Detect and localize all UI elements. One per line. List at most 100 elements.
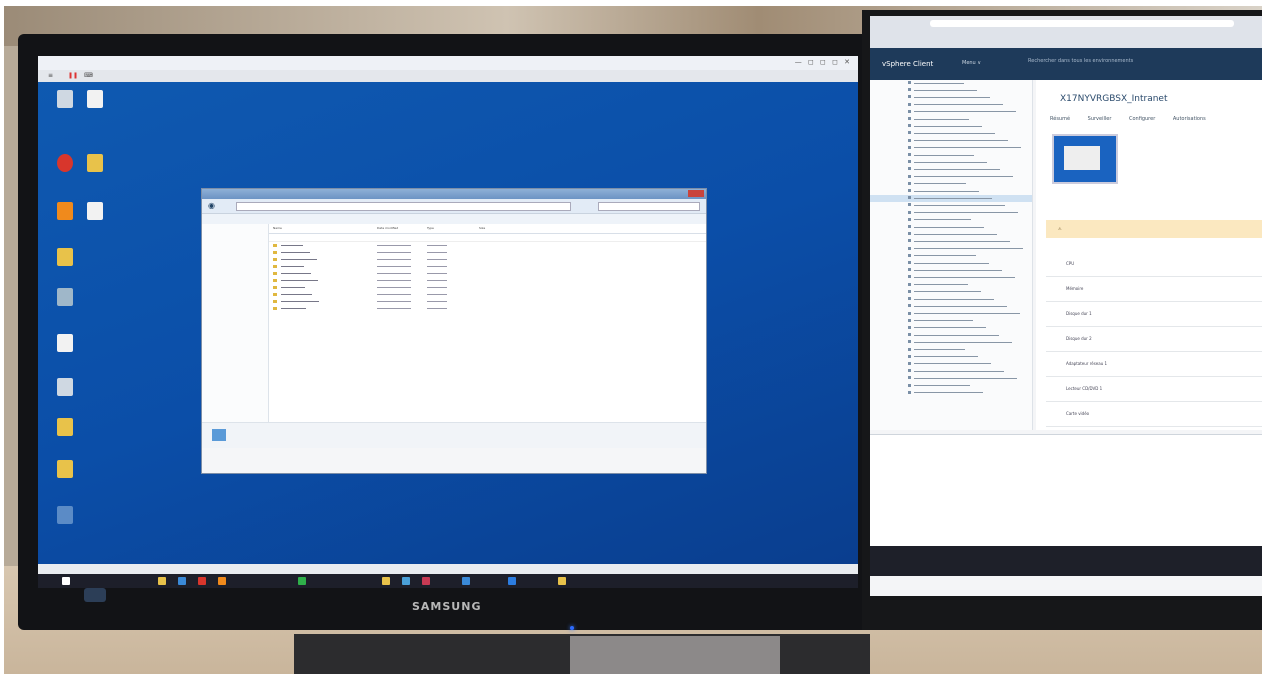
taskbar-app-icon[interactable] bbox=[402, 577, 410, 585]
inventory-tree-node[interactable] bbox=[870, 368, 1032, 375]
inventory-tree-node[interactable] bbox=[870, 260, 1032, 267]
taskbar-app-icon[interactable] bbox=[178, 577, 186, 585]
desktop-icon-folder-2[interactable] bbox=[48, 418, 82, 438]
desktop-icon-app-3[interactable] bbox=[48, 248, 82, 268]
inventory-tree-node[interactable] bbox=[870, 174, 1032, 181]
inventory-tree-node[interactable] bbox=[870, 159, 1032, 166]
tab-configurer[interactable]: Configurer bbox=[1129, 116, 1155, 122]
inventory-tree-node[interactable] bbox=[870, 102, 1032, 109]
hw-row-memory[interactable]: Mémoire bbox=[1046, 277, 1262, 302]
inventory-tree-node[interactable] bbox=[870, 347, 1032, 354]
inventory-tree-node[interactable] bbox=[870, 354, 1032, 361]
tab-resume[interactable]: Résumé bbox=[1050, 116, 1070, 122]
url-bar[interactable] bbox=[930, 20, 1234, 27]
inventory-tree-node[interactable] bbox=[870, 152, 1032, 159]
inventory-tree-node[interactable] bbox=[870, 361, 1032, 368]
column-header-type[interactable]: Type bbox=[427, 226, 434, 230]
window-controls-icon[interactable]: — ◻ ◻ ◻ ✕ bbox=[795, 58, 852, 66]
inventory-tree-node[interactable] bbox=[870, 246, 1032, 253]
inventory-tree-node[interactable] bbox=[870, 195, 1032, 203]
inventory-tree-node[interactable] bbox=[870, 390, 1032, 397]
hw-row-cpu[interactable]: CPU bbox=[1046, 252, 1262, 277]
inventory-tree-node[interactable] bbox=[870, 181, 1032, 188]
desktop-icon-app-4[interactable] bbox=[48, 288, 82, 308]
inventory-tree-node[interactable] bbox=[870, 188, 1032, 195]
vm-menu-icon[interactable]: ≡ bbox=[48, 72, 53, 79]
inventory-tree-node[interactable] bbox=[870, 138, 1032, 145]
inventory-tree-node[interactable] bbox=[870, 80, 1032, 87]
hw-row-network-adapter[interactable]: Adaptateur réseau 1 bbox=[1046, 352, 1262, 377]
global-search-input[interactable]: Rechercher dans tous les environnements bbox=[1028, 58, 1133, 64]
taskbar-app-icon[interactable] bbox=[558, 577, 566, 585]
file-row[interactable] bbox=[269, 291, 706, 298]
inventory-tree-node[interactable] bbox=[870, 274, 1032, 281]
file-row[interactable] bbox=[269, 242, 706, 249]
send-keys-icon[interactable]: ⌨ bbox=[84, 72, 93, 79]
menu-button[interactable]: Menu ∨ bbox=[962, 60, 981, 66]
desktop-icon-document-3[interactable] bbox=[48, 334, 82, 354]
inventory-tree-node[interactable] bbox=[870, 210, 1032, 217]
inventory-tree-node[interactable] bbox=[870, 224, 1032, 231]
close-icon[interactable] bbox=[688, 190, 704, 197]
desktop-icon-folder[interactable] bbox=[78, 154, 112, 174]
inventory-tree-node[interactable] bbox=[870, 253, 1032, 260]
taskbar-app-icon[interactable] bbox=[422, 577, 430, 585]
inventory-tree-node[interactable] bbox=[870, 231, 1032, 238]
inventory-tree-node[interactable] bbox=[870, 145, 1032, 152]
file-row[interactable] bbox=[269, 284, 706, 291]
taskbar-app-icon[interactable] bbox=[198, 577, 206, 585]
inventory-tree-node[interactable] bbox=[870, 282, 1032, 289]
inventory-tree-node[interactable] bbox=[870, 339, 1032, 346]
pause-icon[interactable]: ❚❚ bbox=[68, 72, 78, 79]
taskbar-app-icon[interactable] bbox=[298, 577, 306, 585]
hw-row-video-card[interactable]: Carte vidéo bbox=[1046, 402, 1262, 427]
inventory-tree-node[interactable] bbox=[870, 332, 1032, 339]
inventory-tree-node[interactable] bbox=[870, 202, 1032, 209]
desktop-icon-folder-3[interactable] bbox=[48, 460, 82, 480]
inventory-tree-node[interactable] bbox=[870, 325, 1032, 332]
file-row[interactable] bbox=[269, 270, 706, 277]
column-header-size[interactable]: Size bbox=[479, 226, 485, 230]
hw-row-disk-2[interactable]: Disque dur 2 bbox=[1046, 327, 1262, 352]
file-row[interactable] bbox=[269, 249, 706, 256]
desktop-icon-recycle-bin[interactable] bbox=[48, 90, 82, 110]
inventory-tree-node[interactable] bbox=[870, 303, 1032, 310]
back-icon[interactable]: ◉ bbox=[208, 201, 215, 210]
start-icon[interactable] bbox=[62, 577, 70, 585]
desktop-icon-app-orange[interactable] bbox=[48, 202, 82, 222]
desktop-icon-document[interactable] bbox=[78, 90, 112, 110]
desktop-icon-network[interactable] bbox=[48, 506, 82, 526]
file-row[interactable] bbox=[269, 298, 706, 305]
desktop-icon-app-red[interactable] bbox=[48, 154, 82, 174]
address-bar[interactable] bbox=[236, 202, 571, 211]
inventory-tree-node[interactable] bbox=[870, 383, 1032, 390]
inventory-tree-node[interactable] bbox=[870, 87, 1032, 94]
vm-console-thumbnail[interactable] bbox=[1052, 134, 1118, 184]
desktop-icon-shortcut[interactable] bbox=[48, 378, 82, 398]
hw-row-cd-dvd[interactable]: Lecteur CD/DVD 1 bbox=[1046, 377, 1262, 402]
taskbar-app-icon[interactable] bbox=[462, 577, 470, 585]
inventory-tree-node[interactable] bbox=[870, 375, 1032, 382]
taskbar-app-icon[interactable] bbox=[382, 577, 390, 585]
inventory-tree-node[interactable] bbox=[870, 217, 1032, 224]
inventory-tree-node[interactable] bbox=[870, 318, 1032, 325]
column-header-name[interactable]: Name bbox=[273, 226, 282, 230]
search-input[interactable] bbox=[598, 202, 700, 211]
taskbar-app-icon[interactable] bbox=[508, 577, 516, 585]
file-row[interactable] bbox=[269, 277, 706, 284]
column-header-date[interactable]: Date modified bbox=[377, 226, 398, 230]
inventory-tree-node[interactable] bbox=[870, 123, 1032, 130]
file-row[interactable] bbox=[269, 263, 706, 270]
file-row[interactable] bbox=[269, 256, 706, 263]
taskbar-app-icon[interactable] bbox=[158, 577, 166, 585]
tab-surveiller[interactable]: Surveiller bbox=[1088, 116, 1112, 122]
hw-row-disk-1[interactable]: Disque dur 1 bbox=[1046, 302, 1262, 327]
desktop-icon-document-2[interactable] bbox=[78, 202, 112, 222]
inventory-tree-node[interactable] bbox=[870, 289, 1032, 296]
inventory-tree-node[interactable] bbox=[870, 238, 1032, 245]
inventory-tree-node[interactable] bbox=[870, 109, 1032, 116]
inventory-tree-node[interactable] bbox=[870, 267, 1032, 274]
inventory-tree-node[interactable] bbox=[870, 311, 1032, 318]
taskbar-app-icon[interactable] bbox=[218, 577, 226, 585]
inventory-tree-node[interactable] bbox=[870, 130, 1032, 137]
